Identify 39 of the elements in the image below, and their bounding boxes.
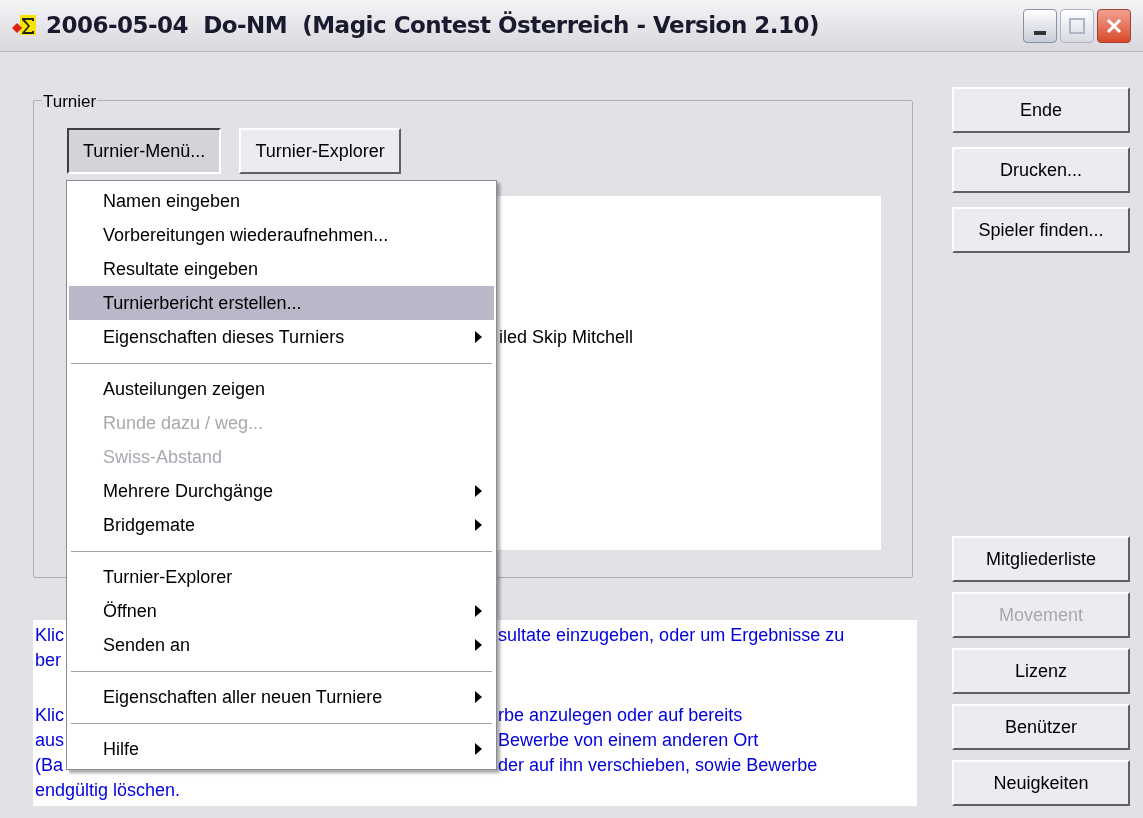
window-title: 2006-05-04 Do-NM (Magic Contest Österreich - Version 2.10)	[46, 10, 820, 41]
menu-item[interactable]: Öffnen	[69, 594, 494, 628]
menu-item[interactable]: Turnier-Explorer	[69, 560, 494, 594]
minimize-icon	[1034, 30, 1046, 35]
info-text: rbe anzulegen oder auf bereits	[498, 704, 743, 727]
info-text: endgültig löschen.	[35, 780, 181, 800]
info-text: aus	[35, 730, 65, 750]
menu-item[interactable]: Senden an	[69, 628, 494, 662]
panel-text: iled Skip Mitchell	[499, 327, 634, 347]
side-button[interactable]: Neuigkeiten	[952, 760, 1130, 806]
toolbar-button[interactable]: Turnier-Menü...	[67, 128, 222, 174]
side-button[interactable]: Lizenz	[952, 648, 1130, 694]
side-button[interactable]: Drucken...	[952, 147, 1130, 193]
side-button[interactable]: Ende	[952, 87, 1130, 133]
info-text: Klic	[35, 705, 64, 725]
menu-item[interactable]: Eigenschaften dieses Turniers	[69, 320, 494, 354]
close-icon	[1105, 16, 1123, 35]
info-text: der auf ihn verschieben, sowie Bewerbe	[498, 754, 818, 777]
menu-item[interactable]: Bridgemate	[69, 508, 494, 542]
menu-item[interactable]: Hilfe	[69, 732, 494, 766]
minimize-button[interactable]	[1023, 8, 1057, 43]
info-text: (Ba	[35, 755, 63, 775]
info-text: sultate einzugeben, oder um Ergebnisse zu	[498, 624, 845, 647]
info-text: ber	[35, 650, 61, 670]
info-text: Klic	[35, 625, 64, 645]
side-button[interactable]: Mitgliederliste	[952, 536, 1130, 582]
toolbar-button[interactable]: Turnier-Explorer	[239, 128, 401, 174]
side-button[interactable]: Spieler finden...	[952, 207, 1130, 253]
close-button[interactable]	[1097, 8, 1131, 43]
side-button[interactable]: Benützer	[952, 704, 1130, 750]
menu-item[interactable]: Austeilungen zeigen	[69, 372, 494, 406]
menu-item[interactable]: Resultate eingeben	[69, 252, 494, 286]
menu-item[interactable]: Eigenschaften aller neuen Turniere	[69, 680, 494, 714]
menu-item[interactable]: Namen eingeben	[69, 184, 494, 218]
menu-item[interactable]: Mehrere Durchgänge	[69, 474, 494, 508]
maximize-icon	[1069, 17, 1085, 34]
menu-item[interactable]: Vorbereitungen wiederaufnehmen...	[69, 218, 494, 252]
menu-item[interactable]: Turnierbericht erstellen...	[69, 286, 494, 320]
info-text: Bewerbe von einem anderen Ort	[498, 729, 759, 752]
